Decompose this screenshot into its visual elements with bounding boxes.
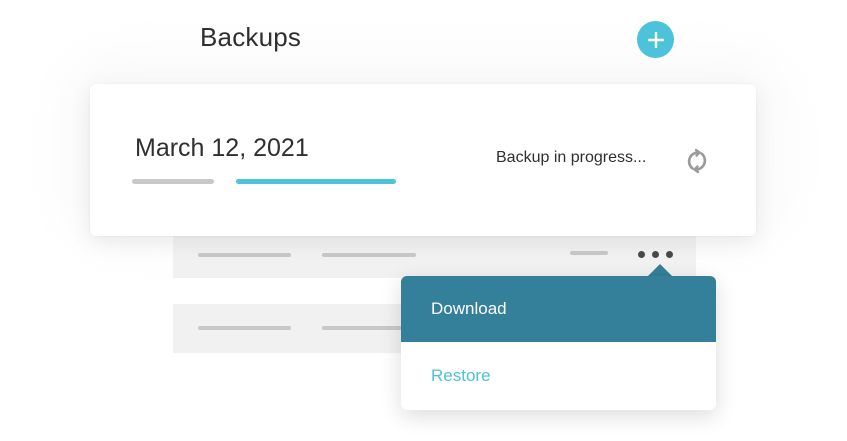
placeholder-bar bbox=[570, 251, 608, 255]
page-title: Backups bbox=[200, 22, 302, 52]
placeholder-bar bbox=[322, 253, 416, 257]
placeholder-bar bbox=[198, 253, 291, 257]
add-backup-button[interactable] bbox=[637, 21, 674, 58]
menu-item-download[interactable]: Download bbox=[401, 276, 716, 342]
placeholder-bar bbox=[198, 326, 291, 330]
more-horizontal-icon bbox=[651, 250, 659, 258]
backup-card: March 12, 2021 Backup in progress... bbox=[90, 84, 756, 236]
sync-icon bbox=[687, 148, 707, 174]
backup-date: March 12, 2021 bbox=[135, 134, 309, 162]
backups-screen: Backups March 12, 2021 Backup in progres… bbox=[0, 0, 847, 441]
more-horizontal-icon bbox=[637, 250, 645, 258]
more-options-button[interactable] bbox=[632, 246, 678, 262]
backup-actions-menu: Download Restore bbox=[401, 276, 716, 410]
menu-item-restore[interactable]: Restore bbox=[401, 342, 716, 410]
plus-icon bbox=[647, 31, 664, 48]
more-horizontal-icon bbox=[665, 250, 673, 258]
backup-status: Backup in progress... bbox=[496, 149, 647, 166]
placeholder-bar bbox=[132, 179, 214, 184]
backup-row-placeholder bbox=[173, 236, 696, 278]
backup-progress-bar bbox=[236, 179, 396, 184]
